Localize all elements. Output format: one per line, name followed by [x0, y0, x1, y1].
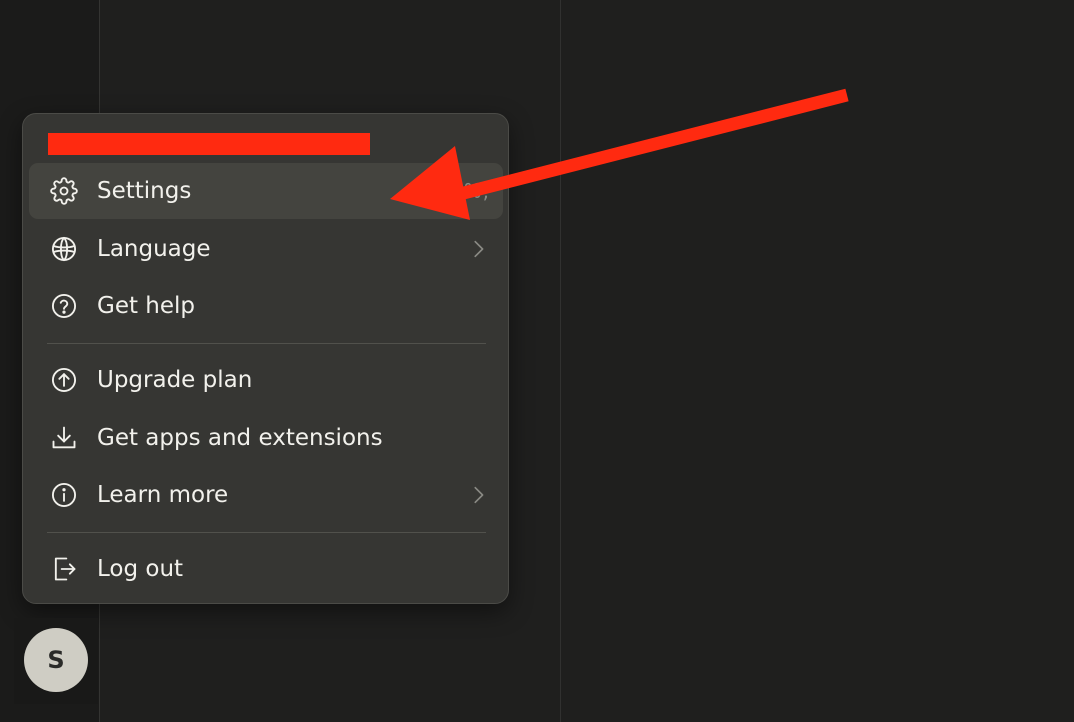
menu-item-log-out[interactable]: Log out [29, 541, 503, 597]
app-window: Settings ⌘, Language Get help Upgrade pl… [0, 0, 1074, 722]
menu-item-label: Language [97, 236, 211, 262]
user-avatar-button[interactable]: S [24, 628, 88, 692]
menu-item-label: Settings [97, 178, 192, 204]
menu-item-learn-more[interactable]: Learn more [29, 467, 503, 523]
menu-item-label: Learn more [97, 482, 229, 508]
logout-icon [49, 554, 79, 584]
gear-icon [49, 176, 79, 206]
chevron-right-icon [467, 484, 489, 506]
chevron-right-icon [467, 238, 489, 260]
menu-item-get-apps[interactable]: Get apps and extensions [29, 410, 503, 466]
menu-item-get-help[interactable]: Get help [29, 278, 503, 334]
pane-divider [560, 0, 561, 722]
info-circle-icon [49, 480, 79, 510]
download-icon [49, 423, 79, 453]
menu-item-settings[interactable]: Settings ⌘, [29, 163, 503, 219]
menu-separator [47, 343, 486, 344]
menu-item-language[interactable]: Language [29, 221, 503, 277]
menu-item-upgrade-plan[interactable]: Upgrade plan [29, 352, 503, 408]
menu-item-label: Get help [97, 293, 196, 319]
arrow-up-circle-icon [49, 365, 79, 395]
redaction-bar [48, 133, 370, 155]
menu-item-label: Log out [97, 556, 184, 582]
help-circle-icon [49, 291, 79, 321]
account-menu: Settings ⌘, Language Get help Upgrade pl… [22, 113, 509, 604]
shortcut-hint: ⌘, [462, 179, 489, 203]
avatar-initial: S [47, 646, 65, 674]
menu-separator [47, 532, 486, 533]
menu-item-label: Upgrade plan [97, 367, 253, 393]
menu-item-label: Get apps and extensions [97, 425, 383, 451]
globe-icon [49, 234, 79, 264]
